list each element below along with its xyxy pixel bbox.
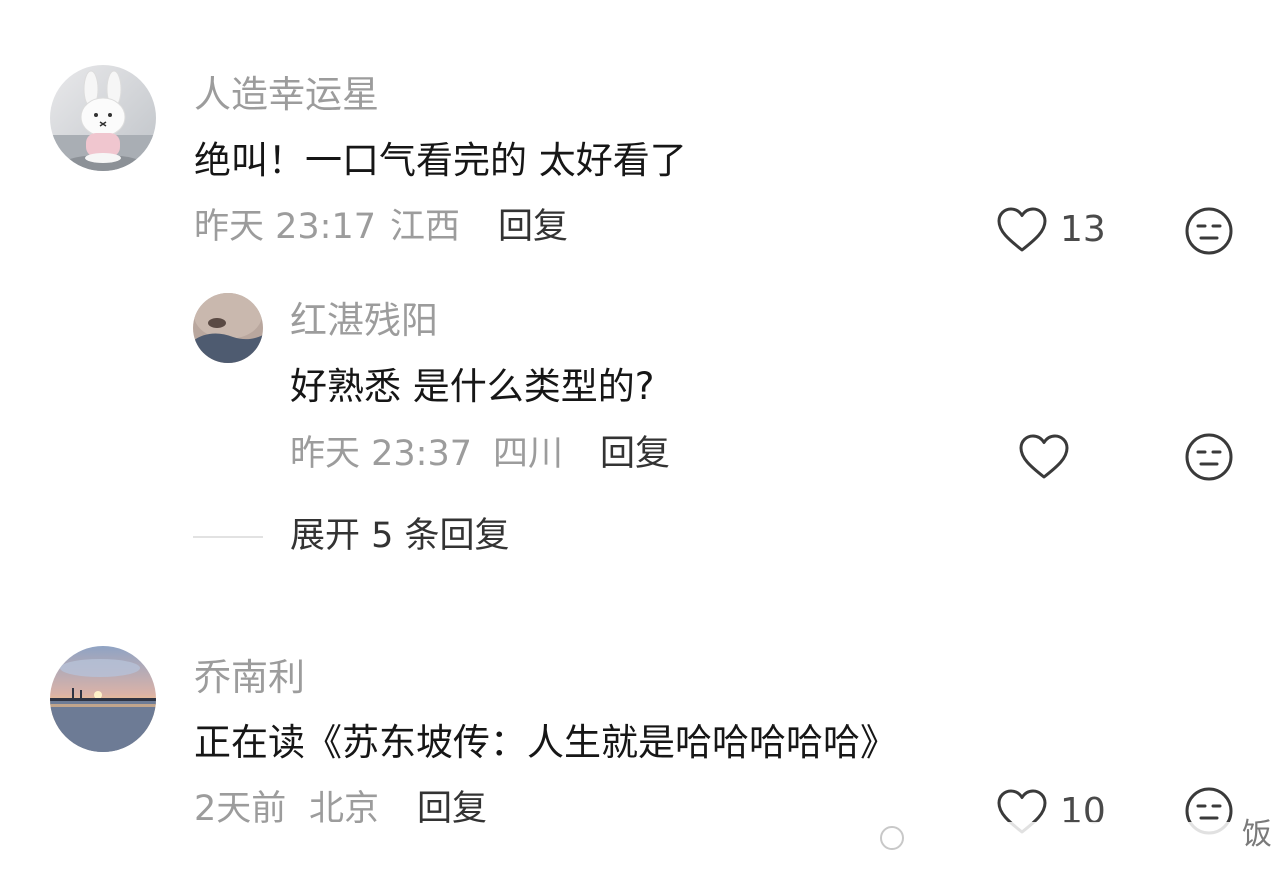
expand-replies-button[interactable]: 展开 5 条回复 [290,519,510,554]
reply-location: 四川 [493,434,564,474]
reply-button[interactable]: 回复 [498,210,568,245]
reply-button[interactable]: 回复 [600,437,670,472]
reply-username[interactable]: 红湛残阳 [290,302,438,339]
divider [193,536,263,538]
heart-icon[interactable] [996,206,1048,254]
comment-username[interactable]: 人造幸运星 [194,76,379,113]
comment-location: 北京 [309,789,380,829]
heart-icon[interactable] [1018,433,1070,481]
avatar[interactable] [50,646,156,752]
comment-location: 江西 [390,207,461,247]
reply-text: 好熟悉 是什么类型的? [290,365,655,408]
like-count: 13 [1060,209,1106,250]
reply-time: 昨天 23:37 [290,434,472,474]
watermark-text: 饭 [1242,817,1272,852]
comment-username[interactable]: 乔南利 [194,659,305,696]
watermark-band [870,812,1250,860]
dislike-face-icon[interactable] [1184,206,1234,256]
dislike-face-icon[interactable] [1184,432,1234,482]
avatar[interactable] [50,65,156,171]
comment-text: 正在读《苏东坡传：人生就是哈哈哈哈哈》 [194,721,897,764]
reply-button[interactable]: 回复 [417,792,487,827]
comment-time: 昨天 23:17 [194,207,376,247]
reply-avatar[interactable] [193,293,263,363]
comment-time: 2天前 [194,789,287,829]
comment-text: 绝叫！一口气看完的 太好看了 [194,139,687,182]
